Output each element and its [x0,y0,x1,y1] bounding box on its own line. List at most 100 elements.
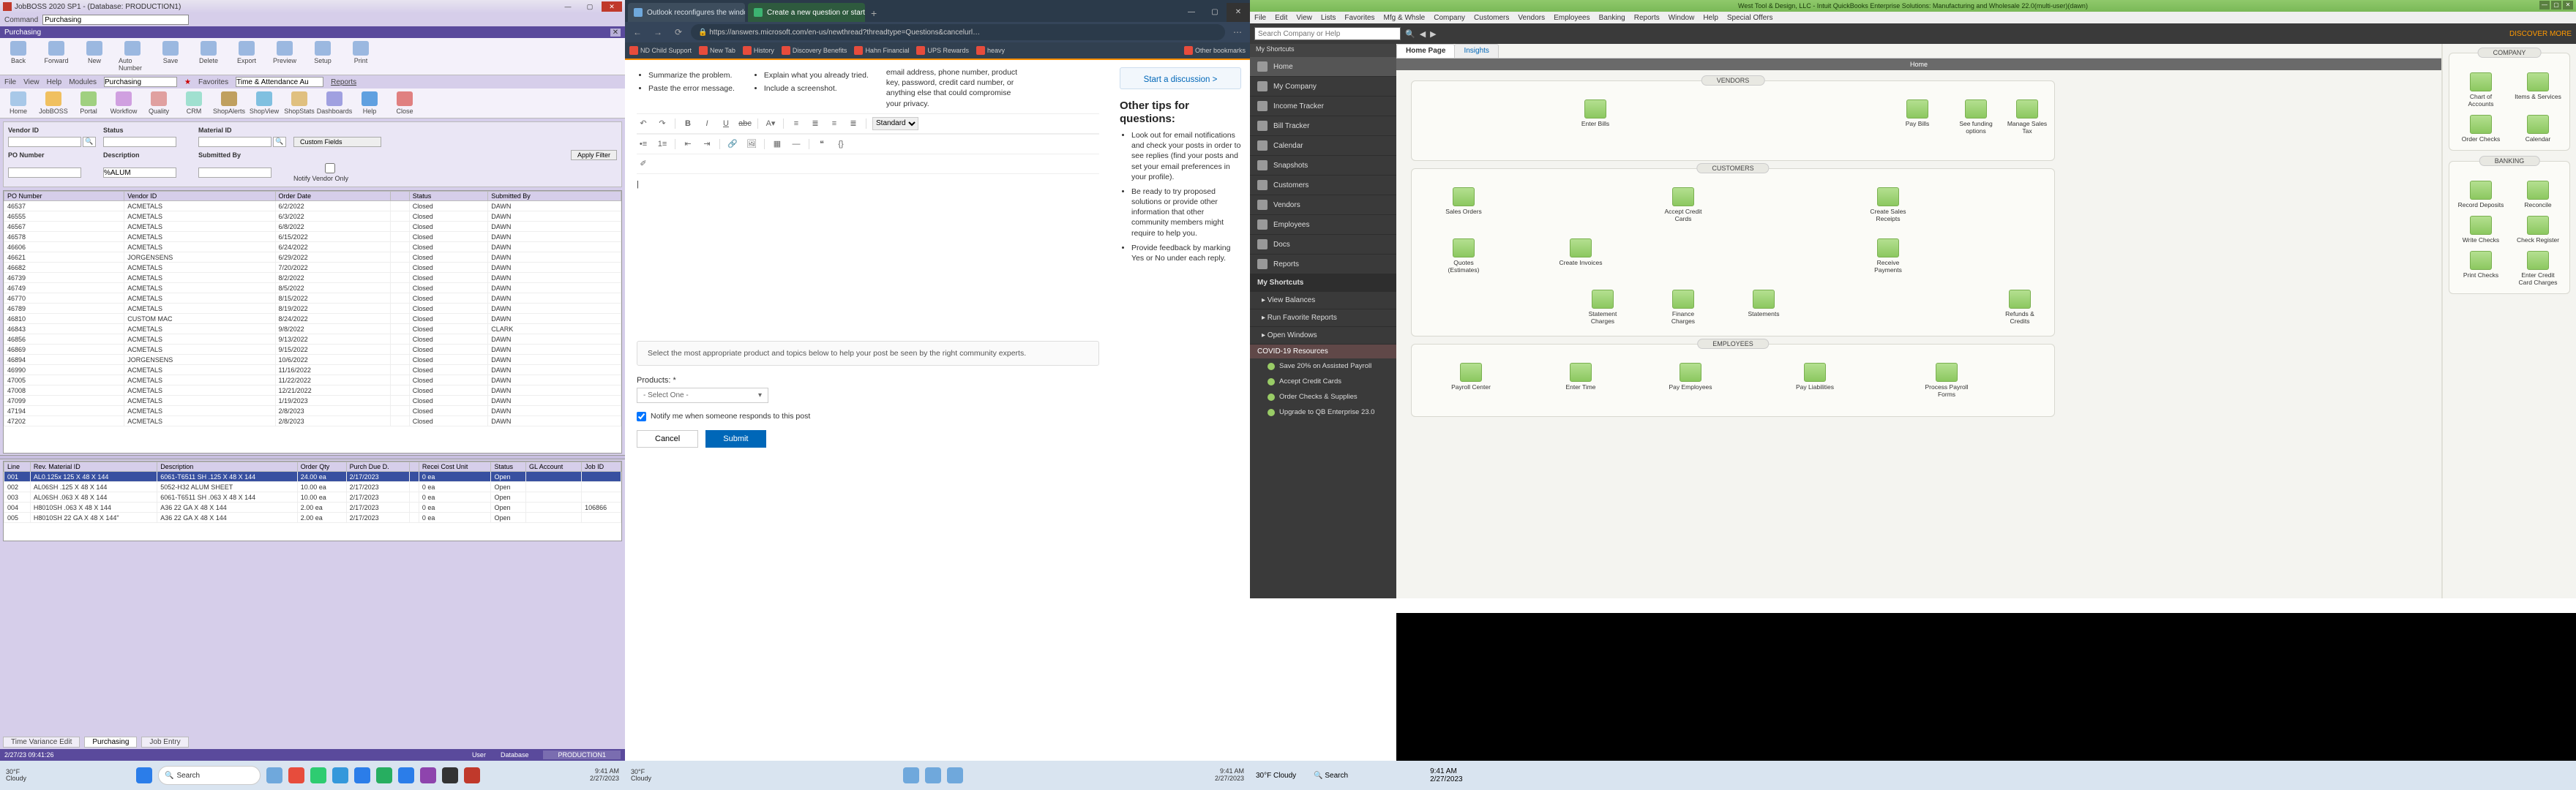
style-select[interactable]: Standard [872,117,918,130]
table-row[interactable]: 46869ACMETALS9/15/2022ClosedDAWN [4,345,621,355]
node-quotes[interactable]: Quotes (Estimates) [1440,238,1487,274]
table-row[interactable]: 46682ACMETALS7/20/2022ClosedDAWN [4,263,621,273]
table-row[interactable]: 46770ACMETALS8/15/2022ClosedDAWN [4,293,621,304]
ribbon-auto-number[interactable]: Auto Number [119,41,146,72]
node-print-checks[interactable]: Print Checks [2457,251,2504,286]
qb-titlebar[interactable]: West Tool & Design, LLC - Intuit QuickBo… [1250,0,2576,12]
table-row[interactable]: 46789ACMETALS8/19/2022ClosedDAWN [4,304,621,314]
command-input[interactable] [42,15,189,25]
redo-icon[interactable]: ↷ [656,117,669,130]
windows-taskbar-2[interactable]: 30°F Cloudy 9:41 AM 2/27/2023 [625,761,1250,790]
node-order-checks[interactable]: Order Checks [2457,115,2504,143]
menu-help[interactable]: Help [1703,14,1718,22]
tb-icon[interactable] [947,767,963,783]
tab-outlook[interactable]: Outlook reconfigures the windo…✕ [628,3,745,22]
sidebar-item-bill-tracker[interactable]: Bill Tracker [1250,116,1396,136]
tab-insights[interactable]: Insights [1454,44,1498,58]
col-header[interactable]: Recei Cost Unit [419,462,491,472]
taskbar-search[interactable]: 🔍 Search [158,766,261,785]
menu-reports[interactable]: Reports [1634,14,1660,22]
nav-close[interactable]: Close [391,91,419,115]
new-tab-button[interactable]: + [865,4,883,22]
tb-app-4[interactable] [332,767,348,783]
windows-taskbar-3[interactable]: 30°F Cloudy 🔍 Search 9:41 AM 2/27/2023 [1250,761,2576,790]
table-row[interactable]: 47005ACMETALS11/22/2022ClosedDAWN [4,375,621,385]
sidebar-item-income-tracker[interactable]: Income Tracker [1250,97,1396,116]
custom-fields-button[interactable]: Custom Fields [293,137,381,147]
image-icon[interactable]: 🖼 [745,138,758,151]
taskbar-clock[interactable]: 9:41 AM 2/27/2023 [590,768,619,783]
nav-back-icon[interactable]: ◀ [1420,29,1426,39]
menu-favorites[interactable]: Favorites [1344,14,1374,22]
start-icon[interactable] [136,767,152,783]
material-id-input[interactable] [198,137,272,147]
menu-file[interactable]: File [1254,14,1266,22]
table-row[interactable]: 001AL0.125x 125 X 48 X 1446061-T6511 SH … [4,472,621,482]
table-row[interactable]: 005H8010SH 22 GA X 48 X 144"A36 22 GA X … [4,513,621,523]
ribbon-back[interactable]: Back [4,41,32,72]
col-header[interactable]: Order Qty [297,462,346,472]
description-input[interactable] [103,168,176,178]
strike-icon[interactable]: abc [738,117,752,130]
modules-select[interactable] [104,77,177,87]
bookmark-item[interactable]: New Tab [699,46,735,55]
extensions-icon[interactable]: ⋯ [1229,24,1246,40]
undo-icon[interactable]: ↶ [637,117,650,130]
nav-shopalerts[interactable]: ShopAlerts [215,91,243,115]
table-row[interactable]: 46567ACMETALS6/8/2022ClosedDAWN [4,222,621,232]
ribbon-setup[interactable]: Setup [309,41,337,72]
search-icon[interactable]: 🔍 [1405,29,1415,39]
rte-editor[interactable]: | [637,174,1099,335]
code-icon[interactable]: {} [834,138,847,151]
node-finance-charges[interactable]: Finance Charges [1660,290,1707,325]
close-button[interactable]: ✕ [602,1,622,12]
nav-shopstats[interactable]: ShopStats [285,91,313,115]
module-tab-close-icon[interactable]: ✕ [610,29,621,37]
quote-icon[interactable]: ❝ [815,138,828,151]
table-row[interactable]: 47099ACMETALS1/19/2023ClosedDAWN [4,396,621,406]
menu-employees[interactable]: Employees [1554,14,1590,22]
node-pay-bills[interactable]: Pay Bills [1894,99,1941,127]
link-icon[interactable]: 🔗 [726,138,739,151]
sidebar-sub-item[interactable]: ▸ View Balances [1250,292,1396,309]
col-header[interactable]: PO Number [4,192,124,201]
col-header[interactable]: Order Date [275,192,390,201]
node-calendar[interactable]: Calendar [2515,115,2561,143]
apply-filter-button[interactable]: Apply Filter [571,150,617,160]
tb-app-8[interactable] [420,767,436,783]
node-enter-bills[interactable]: Enter Bills [1572,99,1619,127]
url-input[interactable]: 🔒 https://answers.microsoft.com/en-us/ne… [691,24,1225,40]
table-row[interactable]: 46621JORGENSENS6/29/2022ClosedDAWN [4,252,621,263]
lines-grid[interactable]: LineRev. Material IDDescriptionOrder Qty… [3,461,622,541]
splitter[interactable] [0,455,625,459]
menu-customers[interactable]: Customers [1474,14,1509,22]
outdent-icon[interactable]: ⇤ [681,138,694,151]
sidebar-sub-item[interactable]: ▸ Run Favorite Reports [1250,309,1396,327]
font-color-icon[interactable]: A▾ [764,117,777,130]
material-lookup-icon[interactable]: 🔍 [273,137,286,147]
taskbar-search[interactable]: 🔍 Search [1314,772,1348,780]
table-row[interactable]: 46843ACMETALS9/8/2022ClosedCLARK [4,324,621,334]
numbers-icon[interactable]: 1≡ [656,138,669,151]
tb-app-7[interactable] [398,767,414,783]
weather-widget[interactable]: 30°F Cloudy [6,769,26,782]
node-sales-receipts[interactable]: Create Sales Receipts [1865,187,1912,222]
tb-app-3[interactable] [310,767,326,783]
bookmark-item[interactable]: Other bookmarks [1184,46,1246,55]
sidebar-item-calendar[interactable]: Calendar [1250,136,1396,156]
node-items[interactable]: Items & Services [2515,72,2561,108]
node-create-invoices[interactable]: Create Invoices [1557,238,1604,266]
underline-icon[interactable]: U [719,117,733,130]
nav-crm[interactable]: CRM [180,91,208,115]
table-row[interactable]: 46856ACMETALS9/13/2022ClosedDAWN [4,334,621,345]
bookmark-item[interactable]: ND Child Support [629,46,692,55]
col-header[interactable] [410,462,419,472]
bold-icon[interactable]: B [681,117,694,130]
sidebar-item-reports[interactable]: Reports [1250,255,1396,274]
menu-reports[interactable]: Reports [331,78,356,86]
menu-company[interactable]: Company [1434,14,1465,22]
menu-view[interactable]: View [23,78,40,86]
nav-fwd-icon[interactable]: ▶ [1430,29,1436,39]
submit-button[interactable]: Submit [705,430,765,448]
menu-lists[interactable]: Lists [1321,14,1336,22]
